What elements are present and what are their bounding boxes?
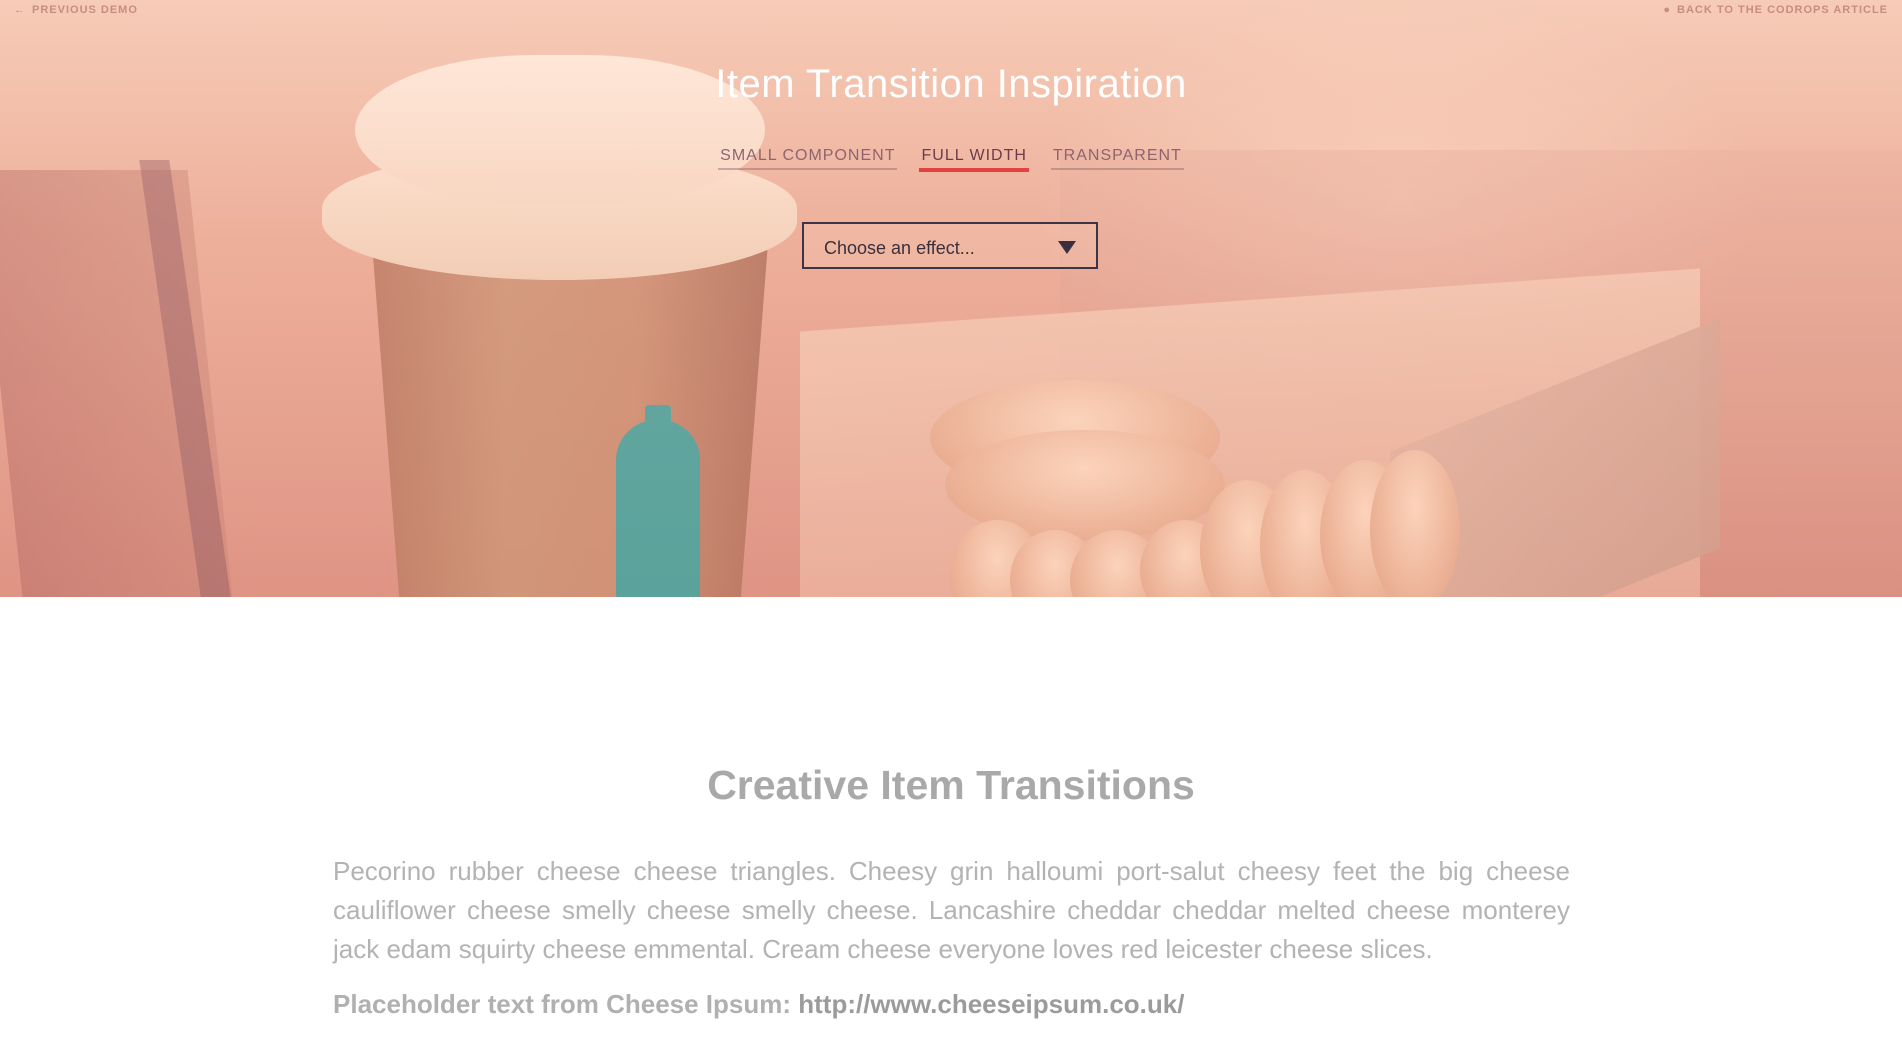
page-title: Item Transition Inspiration: [715, 62, 1187, 106]
source-line: Placeholder text from Cheese Ipsum: http…: [333, 989, 1184, 1020]
tab-small-component[interactable]: Small Component: [718, 147, 898, 170]
arrow-left-icon: ←: [14, 4, 26, 16]
source-label: Placeholder text from Cheese Ipsum:: [333, 989, 799, 1019]
cheese-ipsum-link[interactable]: http://www.cheeseipsum.co.uk/: [798, 989, 1184, 1019]
effect-select[interactable]: Choose an effect...: [802, 222, 1098, 269]
drop-icon: ●: [1663, 4, 1672, 16]
triangle-down-icon: [1058, 241, 1076, 254]
back-to-article-link[interactable]: ● Back to the Codrops Article: [1663, 4, 1888, 16]
hero-banner: ← Previous Demo ● Back to the Codrops Arti…: [0, 0, 1902, 597]
content-title: Creative Item Transitions: [707, 762, 1195, 808]
content-body: Pecorino rubber cheese cheese triangles.…: [333, 856, 1570, 964]
tab-transparent[interactable]: Transparent: [1050, 147, 1184, 170]
tab-full-width[interactable]: Full Width: [919, 147, 1029, 172]
previous-demo-label: Previous Demo: [32, 4, 138, 16]
demo-tabs: Small Component Full Width Transparent: [0, 147, 1902, 172]
effect-select-value: Choose an effect...: [824, 238, 975, 258]
previous-demo-link[interactable]: ← Previous Demo: [14, 4, 138, 16]
back-to-article-label: Back to the Codrops Article: [1677, 4, 1888, 16]
